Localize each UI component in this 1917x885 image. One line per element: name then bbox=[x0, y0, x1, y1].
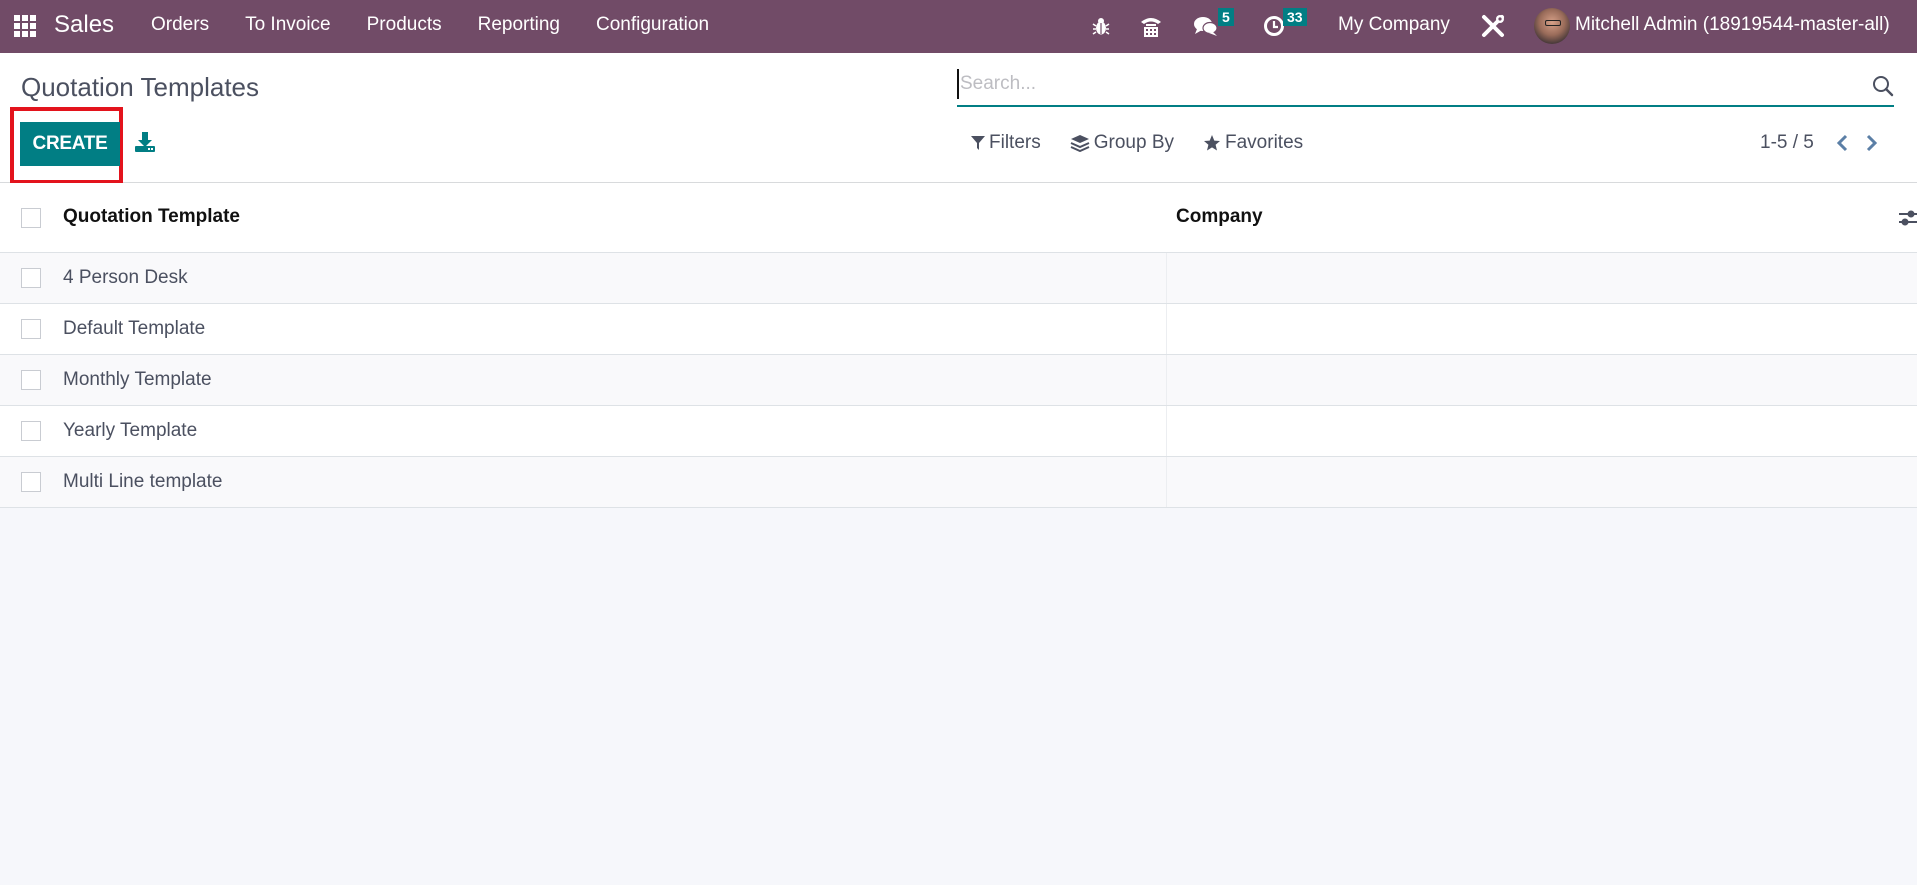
phone-icon[interactable] bbox=[1138, 13, 1164, 39]
chat-icon[interactable] bbox=[1192, 13, 1220, 39]
table-header: Quotation Template Company bbox=[0, 183, 1917, 253]
top-navbar: Sales Orders To Invoice Products Reporti… bbox=[0, 0, 1917, 53]
column-separator bbox=[1166, 457, 1167, 507]
search-bar bbox=[957, 61, 1894, 107]
menu-reporting[interactable]: Reporting bbox=[478, 14, 560, 36]
filters-label: Filters bbox=[989, 132, 1041, 153]
user-avatar[interactable] bbox=[1534, 8, 1570, 44]
table-row[interactable]: Monthly Template bbox=[0, 355, 1917, 406]
column-separator bbox=[1166, 355, 1167, 405]
menu-products[interactable]: Products bbox=[367, 14, 442, 36]
company-switcher[interactable]: My Company bbox=[1338, 14, 1450, 36]
activities-badge: 33 bbox=[1283, 8, 1307, 26]
pager-value[interactable]: 1-5 / 5 bbox=[1760, 132, 1814, 154]
table-row[interactable]: Yearly Template bbox=[0, 406, 1917, 457]
bug-icon[interactable] bbox=[1090, 13, 1112, 39]
row-checkbox[interactable] bbox=[21, 319, 41, 339]
pager: 1-5 / 5 bbox=[1760, 132, 1892, 154]
group-by-label: Group By bbox=[1093, 132, 1174, 153]
search-options: Filters Group By Favorites bbox=[971, 132, 1332, 154]
template-name[interactable]: Yearly Template bbox=[63, 420, 197, 442]
select-all-checkbox[interactable] bbox=[21, 208, 41, 228]
menu-configuration[interactable]: Configuration bbox=[596, 14, 709, 36]
table-row[interactable]: Multi Line template bbox=[0, 457, 1917, 508]
menu-orders[interactable]: Orders bbox=[151, 14, 209, 36]
page-title: Quotation Templates bbox=[21, 72, 259, 102]
pager-previous-icon[interactable] bbox=[1832, 132, 1852, 154]
column-header-company[interactable]: Company bbox=[1176, 206, 1263, 228]
row-checkbox[interactable] bbox=[21, 268, 41, 288]
app-brand[interactable]: Sales bbox=[54, 11, 114, 39]
download-icon[interactable] bbox=[134, 131, 158, 155]
star-icon bbox=[1204, 135, 1220, 151]
layers-icon bbox=[1070, 135, 1090, 152]
row-checkbox[interactable] bbox=[21, 472, 41, 492]
main-menu: Orders To Invoice Products Reporting Con… bbox=[151, 14, 745, 36]
table-row[interactable]: Default Template bbox=[0, 304, 1917, 355]
template-name[interactable]: Multi Line template bbox=[63, 471, 222, 493]
column-header-quotation-template[interactable]: Quotation Template bbox=[63, 206, 240, 228]
pager-next-icon[interactable] bbox=[1862, 132, 1882, 154]
template-name[interactable]: 4 Person Desk bbox=[63, 267, 188, 289]
table-row[interactable]: 4 Person Desk bbox=[0, 253, 1917, 304]
menu-to-invoice[interactable]: To Invoice bbox=[245, 14, 331, 36]
tools-icon[interactable] bbox=[1479, 13, 1507, 39]
quotation-templates-table: Quotation Template Company 4 Person Desk… bbox=[0, 183, 1917, 508]
template-name[interactable]: Monthly Template bbox=[63, 369, 212, 391]
search-input[interactable] bbox=[957, 69, 1857, 99]
row-checkbox[interactable] bbox=[21, 421, 41, 441]
optional-columns-toggler-icon[interactable] bbox=[1897, 209, 1917, 227]
filters-button[interactable]: Filters bbox=[971, 132, 1041, 154]
search-icon[interactable] bbox=[1872, 75, 1894, 97]
filter-icon bbox=[971, 136, 985, 150]
template-name[interactable]: Default Template bbox=[63, 318, 205, 340]
favorites-button[interactable]: Favorites bbox=[1203, 132, 1303, 154]
column-separator bbox=[1166, 304, 1167, 354]
group-by-button[interactable]: Group By bbox=[1070, 132, 1174, 154]
apps-grid-icon[interactable] bbox=[14, 15, 36, 37]
column-separator bbox=[1166, 406, 1167, 456]
messages-badge: 5 bbox=[1218, 8, 1234, 26]
row-checkbox[interactable] bbox=[21, 370, 41, 390]
user-menu[interactable]: Mitchell Admin (18919544-master-all) bbox=[1575, 14, 1890, 36]
create-button[interactable]: CREATE bbox=[20, 122, 120, 166]
column-separator bbox=[1166, 253, 1167, 303]
control-panel: Quotation Templates CREATE Filters bbox=[0, 53, 1917, 184]
favorites-label: Favorites bbox=[1225, 132, 1304, 153]
